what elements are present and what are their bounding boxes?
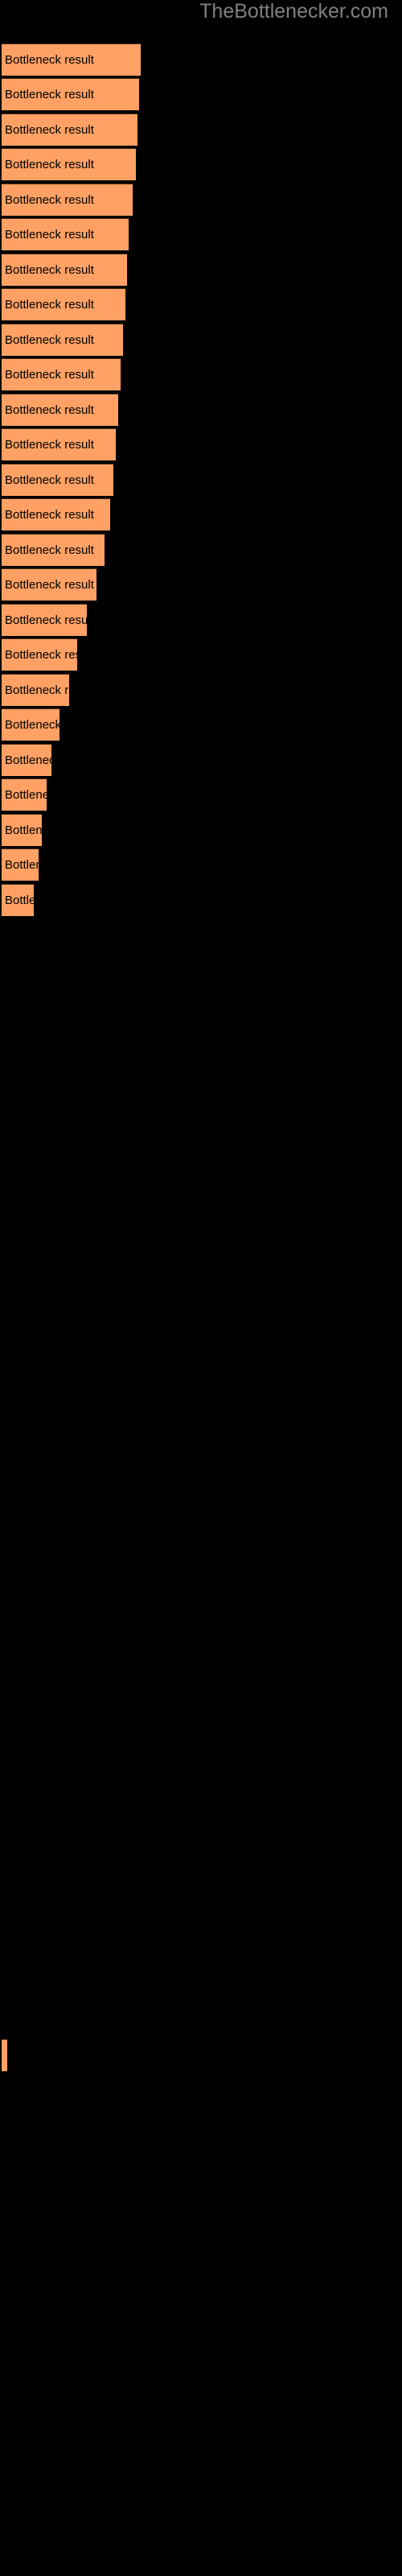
- bar-label: Bottleneck result: [5, 787, 47, 802]
- bar-21[interactable]: Bottleneck result: [2, 744, 51, 776]
- bar-5[interactable]: Bottleneck result: [2, 184, 133, 216]
- bar-13[interactable]: Bottleneck result: [2, 464, 113, 496]
- bar-label: Bottleneck result: [5, 893, 34, 907]
- bar-label: Bottleneck result: [5, 192, 94, 207]
- bar-7[interactable]: Bottleneck result: [2, 254, 127, 286]
- bar-label: Bottleneck result: [5, 543, 94, 557]
- bar-label: Bottleneck result: [5, 437, 94, 452]
- bar-label: Bottleneck result: [5, 87, 94, 101]
- bar-label: Bottleneck result: [5, 683, 69, 697]
- bar-label: Bottleneck result: [5, 507, 94, 522]
- bar-20[interactable]: Bottleneck result: [2, 708, 59, 741]
- bar-label: Bottleneck result: [5, 402, 94, 417]
- bar-label: Bottleneck result: [5, 613, 87, 627]
- bar-label: Bottleneck result: [5, 367, 94, 382]
- bar-label: Bottleneck result: [5, 647, 77, 662]
- bar-1[interactable]: Bottleneck result: [2, 43, 141, 76]
- bar-23[interactable]: Bottleneck result: [2, 814, 42, 846]
- bar-25[interactable]: Bottleneck result: [2, 884, 34, 916]
- bar-17[interactable]: Bottleneck result: [2, 604, 87, 636]
- bar-15[interactable]: Bottleneck result: [2, 534, 105, 566]
- bar-label: Bottleneck result: [5, 262, 94, 277]
- bar-18[interactable]: Bottleneck result: [2, 638, 77, 671]
- bar-14[interactable]: Bottleneck result: [2, 498, 110, 530]
- bar-4[interactable]: Bottleneck result: [2, 148, 136, 180]
- bar-2[interactable]: Bottleneck result: [2, 78, 139, 110]
- bar-label: Bottleneck result: [5, 577, 94, 592]
- site-title: TheBottlenecker.com: [199, 0, 388, 23]
- bar-26[interactable]: [2, 2039, 7, 2071]
- bar-label: Bottleneck result: [5, 332, 94, 347]
- bar-9[interactable]: Bottleneck result: [2, 324, 123, 356]
- bar-label: Bottleneck result: [5, 52, 94, 67]
- bar-label: Bottleneck result: [5, 227, 94, 242]
- bar-label: Bottleneck result: [5, 157, 94, 171]
- bar-label: Bottleneck result: [5, 297, 94, 312]
- bar-24[interactable]: Bottleneck result: [2, 848, 39, 881]
- bar-label: Bottleneck result: [5, 753, 51, 767]
- bar-label: Bottleneck result: [5, 473, 94, 487]
- bar-3[interactable]: Bottleneck result: [2, 114, 137, 146]
- bar-8[interactable]: Bottleneck result: [2, 288, 125, 320]
- bar-10[interactable]: Bottleneck result: [2, 358, 121, 390]
- bar-label: Bottleneck result: [5, 717, 59, 732]
- bar-11[interactable]: Bottleneck result: [2, 394, 118, 426]
- bar-16[interactable]: Bottleneck result: [2, 568, 96, 601]
- bar-label: Bottleneck result: [5, 823, 42, 837]
- bar-19[interactable]: Bottleneck result: [2, 674, 69, 706]
- bar-label: Bottleneck result: [5, 122, 94, 137]
- bottleneck-bar-chart: TheBottlenecker.com Bottleneck result Bot…: [0, 0, 402, 2576]
- bar-22[interactable]: Bottleneck result: [2, 778, 47, 811]
- bar-6[interactable]: Bottleneck result: [2, 218, 129, 250]
- bar-label: Bottleneck result: [5, 857, 39, 872]
- bar-12[interactable]: Bottleneck result: [2, 428, 116, 460]
